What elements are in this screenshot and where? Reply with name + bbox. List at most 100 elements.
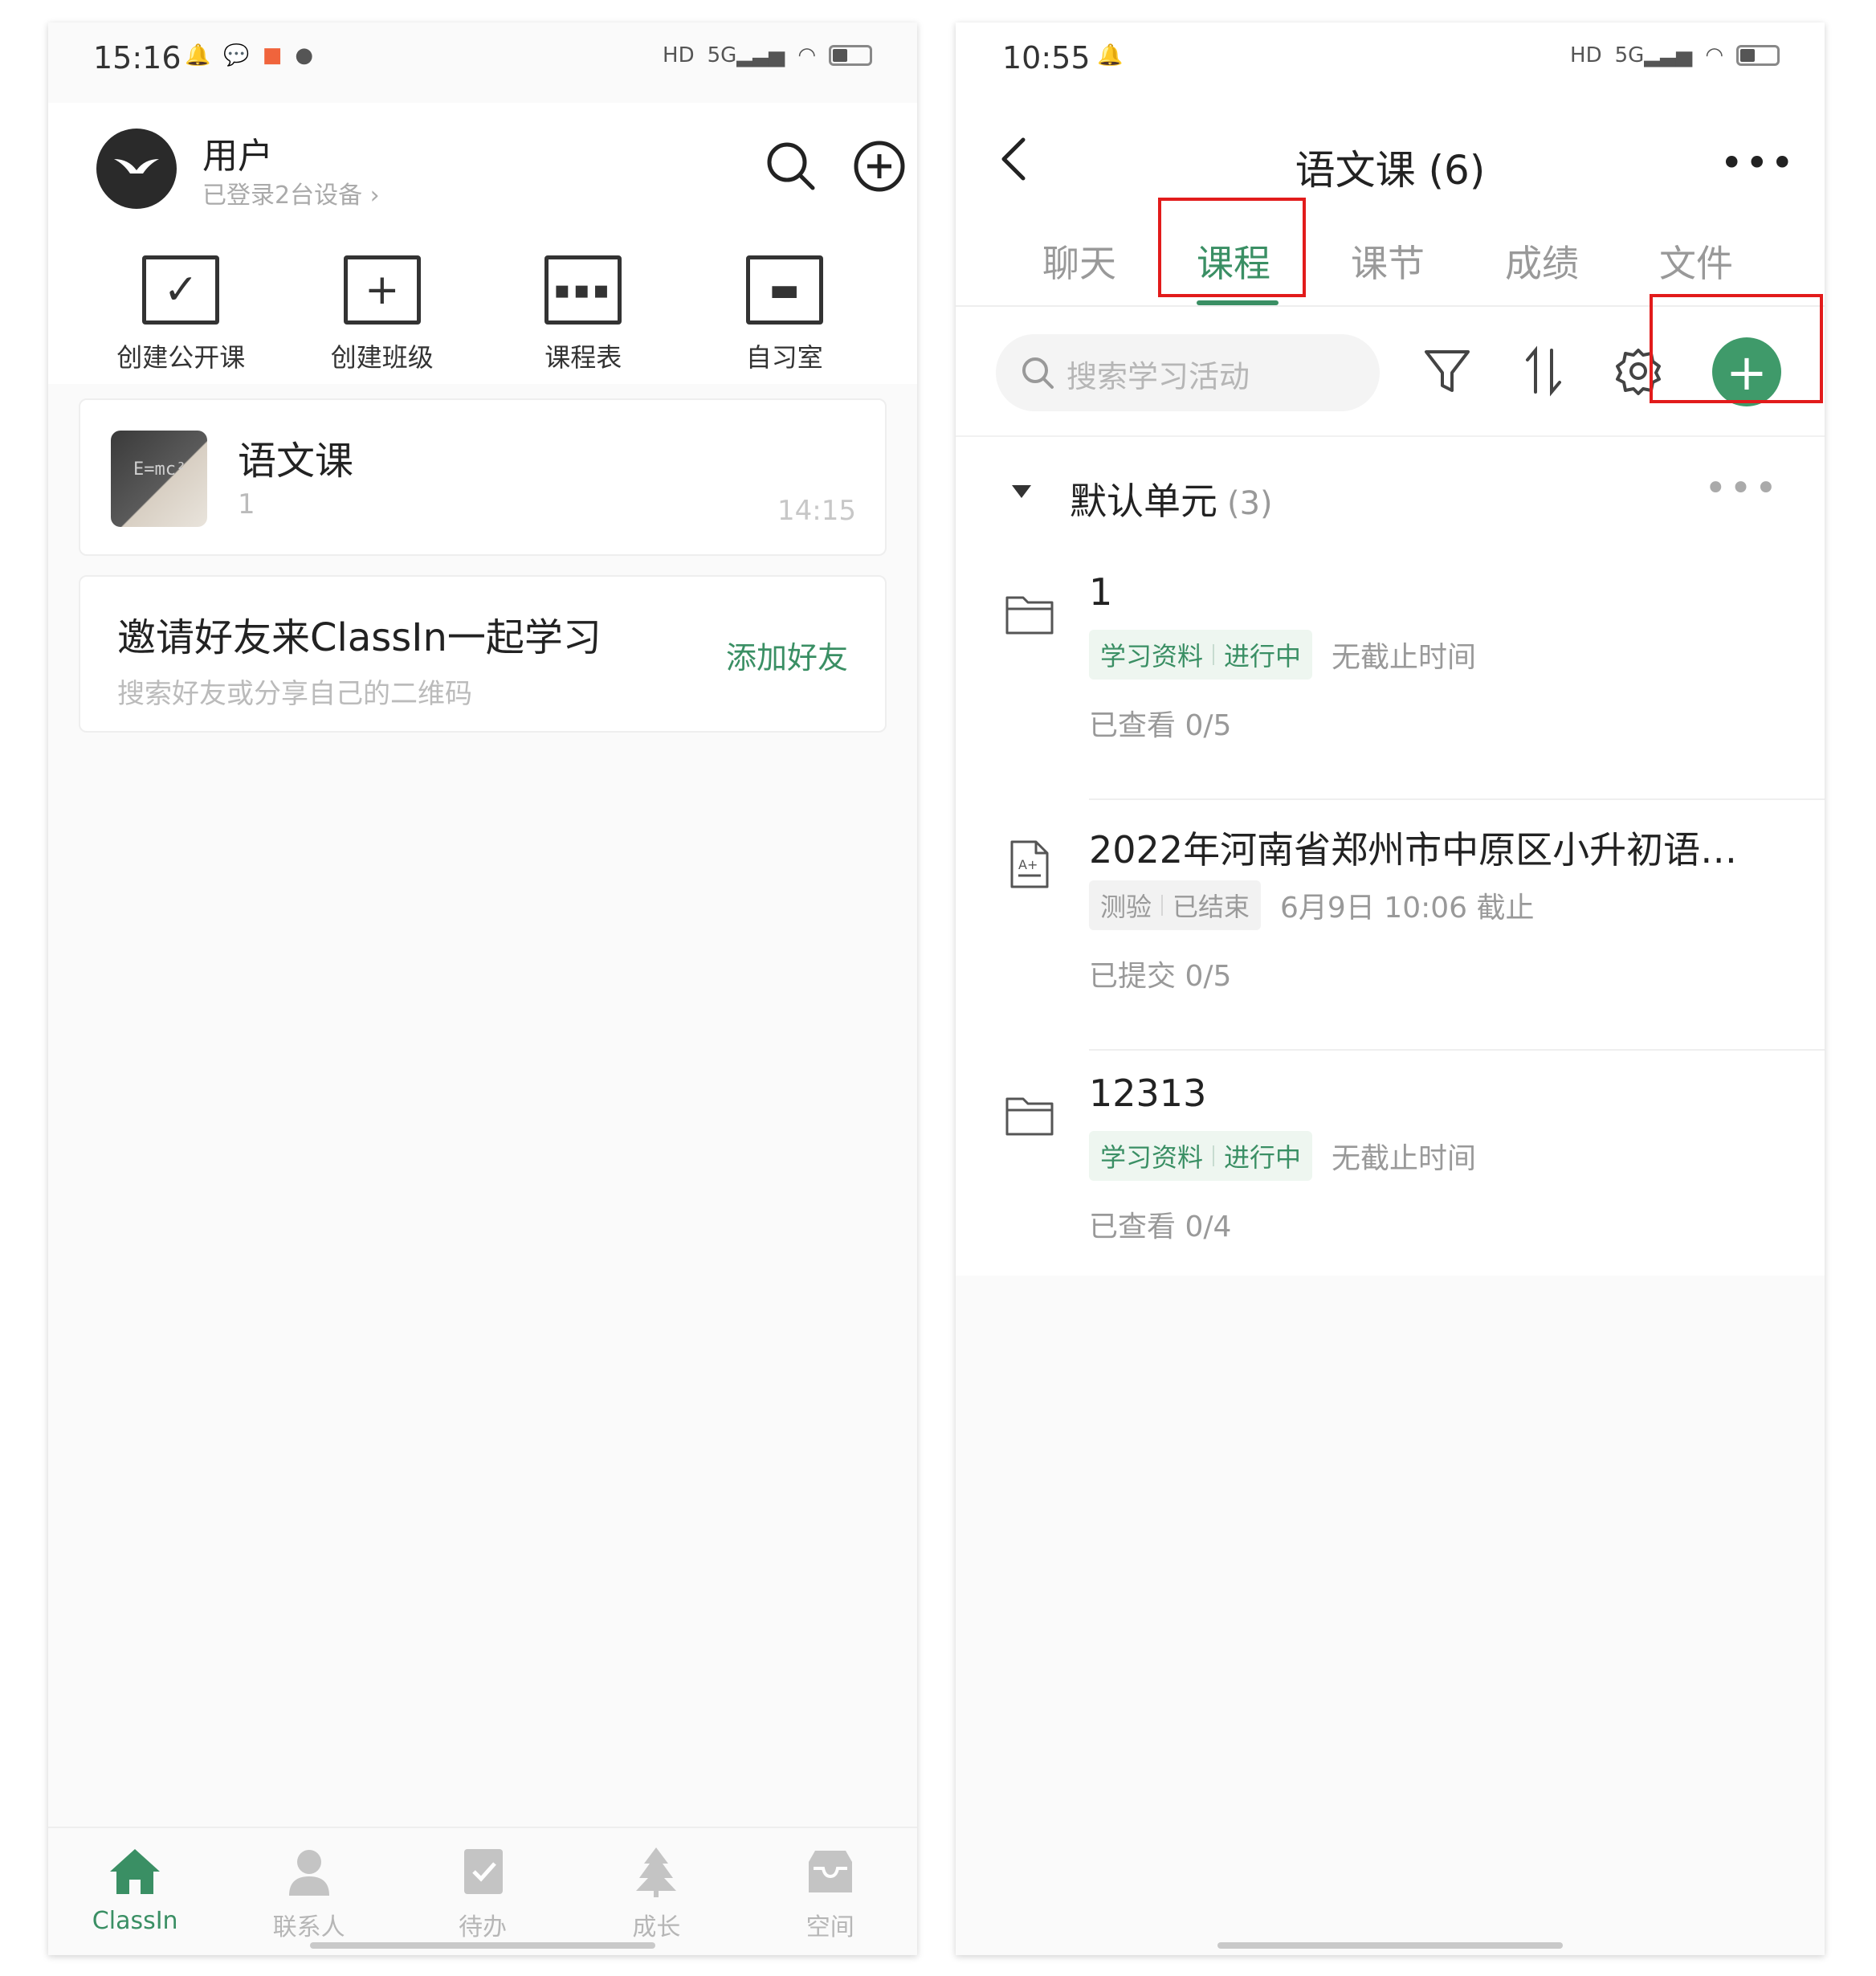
- item-deadline: 无截止时间: [1332, 1142, 1477, 1175]
- qq-icon: 🔔: [185, 43, 211, 67]
- item-title: 2022年河南省郑州市中原区小升初语文…: [1089, 828, 1756, 872]
- profile-header: 用户 已登录2台设备 ›: [48, 103, 917, 223]
- signal-icon: 5G▂▃▅: [1614, 43, 1693, 67]
- highlight-box-add-button: [1650, 294, 1823, 403]
- list-item[interactable]: 1 学习资料 进行中 无截止时间 已查看 0/5: [956, 549, 1825, 800]
- blackboard-icon: E=mc²: [133, 459, 187, 480]
- tab-space[interactable]: 空间: [750, 1828, 911, 1955]
- tab-files[interactable]: 文件: [1659, 235, 1733, 288]
- sort-icon[interactable]: [1518, 345, 1569, 397]
- home-indicator[interactable]: [310, 1942, 655, 1949]
- course-card[interactable]: E=mc² 语文课 1 14:15: [79, 398, 887, 556]
- tab-chat[interactable]: 聊天: [1042, 235, 1116, 288]
- add-circle-icon[interactable]: [851, 138, 907, 194]
- tab-label: 空间: [805, 1913, 854, 1941]
- more-icon[interactable]: •••: [1720, 140, 1796, 186]
- battery-icon: [829, 45, 872, 66]
- highlight-box-course-tab: [1158, 198, 1306, 297]
- folder-icon: [1005, 596, 1054, 635]
- system-icons: HD 5G▂▃▅ ◠: [1570, 43, 1780, 67]
- classin-logo-icon: [114, 159, 159, 174]
- qq-icon: 🔔: [1097, 43, 1124, 67]
- tab-lessons[interactable]: 课节: [1351, 235, 1425, 288]
- item-tag: 测验 已结束: [1089, 880, 1262, 930]
- quick-action-study-room[interactable]: ▬ 自习室: [696, 223, 873, 384]
- todo-icon: [463, 1849, 503, 1894]
- signal-icon: 5G▂▃▅: [707, 43, 785, 67]
- unit-more-icon[interactable]: •••: [1704, 466, 1780, 511]
- tab-classin[interactable]: ClassIn: [55, 1828, 215, 1955]
- collapse-caret-icon[interactable]: [1012, 485, 1031, 498]
- status-time: 15:16: [93, 40, 181, 76]
- unit-header[interactable]: 默认单元 (3) •••: [956, 437, 1825, 549]
- add-friend-button[interactable]: 添加好友: [726, 633, 848, 677]
- unit-count: (3): [1227, 485, 1273, 522]
- list-item[interactable]: 12313 学习资料 进行中 无截止时间 已查看 0/4: [956, 1051, 1825, 1301]
- status-bar: 15:16 🔔 💬 ■ ● HD 5G▂▃▅ ◠: [48, 22, 917, 103]
- tab-todo[interactable]: 待办: [402, 1828, 563, 1955]
- item-stat: 已查看 0/5: [1089, 709, 1232, 742]
- quick-action-schedule[interactable]: ▪▪▪ 课程表: [495, 223, 671, 384]
- status-time: 10:55: [1002, 40, 1091, 76]
- quick-action-label: 创建班级: [330, 342, 434, 373]
- user-name[interactable]: 用户: [202, 127, 273, 178]
- page-title: 语文课 (6): [1295, 147, 1486, 194]
- nav-bar: 语文课 (6) •••: [956, 103, 1825, 207]
- quick-action-label: 自习室: [745, 342, 823, 373]
- tab-label: ClassIn: [92, 1907, 178, 1935]
- wifi-icon: ◠: [797, 43, 816, 67]
- folder-icon: [1005, 1097, 1054, 1136]
- left-phone-screen: 15:16 🔔 💬 ■ ● HD 5G▂▃▅ ◠ 用户 已登录2台设备 › ✓ …: [48, 22, 917, 1955]
- tab-label: 待办: [458, 1913, 507, 1941]
- tab-grades[interactable]: 成绩: [1505, 235, 1579, 288]
- item-tags: 学习资料 进行中 无截止时间: [1089, 1131, 1476, 1181]
- contact-icon: [288, 1850, 329, 1896]
- tab-label: 成长: [632, 1913, 681, 1941]
- filter-icon[interactable]: [1421, 345, 1473, 397]
- right-phone-screen: 10:55 🔔 HD 5G▂▃▅ ◠ 语文课 (6) ••• 聊天 课程 课节 …: [956, 22, 1825, 1955]
- tab-contacts[interactable]: 联系人: [229, 1828, 389, 1955]
- course-tabs: 聊天 课程 课节 成绩 文件: [956, 207, 1825, 307]
- search-icon: [1022, 357, 1054, 389]
- check-box-icon: ✓: [142, 255, 220, 325]
- bottom-tabbar: ClassIn 联系人 待办 成长 空间: [48, 1827, 917, 1955]
- invite-card: 邀请好友来ClassIn一起学习 搜索好友或分享自己的二维码 添加好友: [79, 575, 887, 733]
- tab-growth[interactable]: 成长: [576, 1828, 736, 1955]
- empty-area: [956, 1276, 1825, 1955]
- item-title: 12313: [1089, 1072, 1207, 1115]
- hd-icon: HD: [663, 43, 695, 67]
- invite-title: 邀请好友来ClassIn一起学习: [117, 615, 602, 660]
- svg-text:A+: A+: [1018, 857, 1038, 872]
- status-bar: 10:55 🔔 HD 5G▂▃▅ ◠: [956, 22, 1825, 103]
- search-placeholder: 搜索学习活动: [1066, 359, 1250, 394]
- tag-status: 进行中: [1224, 641, 1302, 672]
- quick-action-label: 课程表: [544, 342, 622, 373]
- wechat-icon: 💬: [223, 43, 250, 67]
- tag-status: 进行中: [1224, 1142, 1302, 1173]
- exam-doc-icon: A+: [1010, 840, 1049, 888]
- notification-icons: 🔔 💬 ■ ●: [185, 43, 313, 67]
- course-thumbnail: E=mc²: [111, 431, 207, 527]
- quick-actions: ✓ 创建公开课 + 创建班级 ▪▪▪ 课程表 ▬ 自习室: [48, 223, 917, 384]
- home-indicator[interactable]: [1217, 1942, 1563, 1949]
- search-icon[interactable]: [763, 138, 819, 194]
- tab-label: 联系人: [272, 1913, 345, 1941]
- invite-subtitle: 搜索好友或分享自己的二维码: [117, 678, 472, 710]
- avatar[interactable]: [96, 129, 177, 209]
- quick-action-label: 创建公开课: [116, 342, 246, 373]
- item-title: 1: [1089, 570, 1113, 614]
- tag-type: 测验: [1100, 892, 1152, 922]
- study-room-icon: ▬: [745, 255, 823, 325]
- item-stat: 已查看 0/4: [1089, 1211, 1232, 1243]
- item-tags: 测验 已结束 6月9日 10:06 截止: [1089, 880, 1534, 930]
- quick-action-public-class[interactable]: ✓ 创建公开课: [92, 223, 269, 384]
- list-item[interactable]: A+ 2022年河南省郑州市中原区小升初语文… 测验 已结束 6月9日 10:06…: [956, 800, 1825, 1051]
- item-tags: 学习资料 进行中 无截止时间: [1089, 630, 1476, 680]
- tag-type: 学习资料: [1100, 641, 1204, 672]
- tag-status: 已结束: [1172, 892, 1250, 922]
- quick-action-create-class[interactable]: + 创建班级: [294, 223, 471, 384]
- login-devices[interactable]: 已登录2台设备 ›: [202, 175, 380, 210]
- message-icon: ●: [295, 43, 314, 67]
- unit-name: 默认单元: [1070, 480, 1217, 523]
- search-input[interactable]: 搜索学习活动: [996, 334, 1380, 411]
